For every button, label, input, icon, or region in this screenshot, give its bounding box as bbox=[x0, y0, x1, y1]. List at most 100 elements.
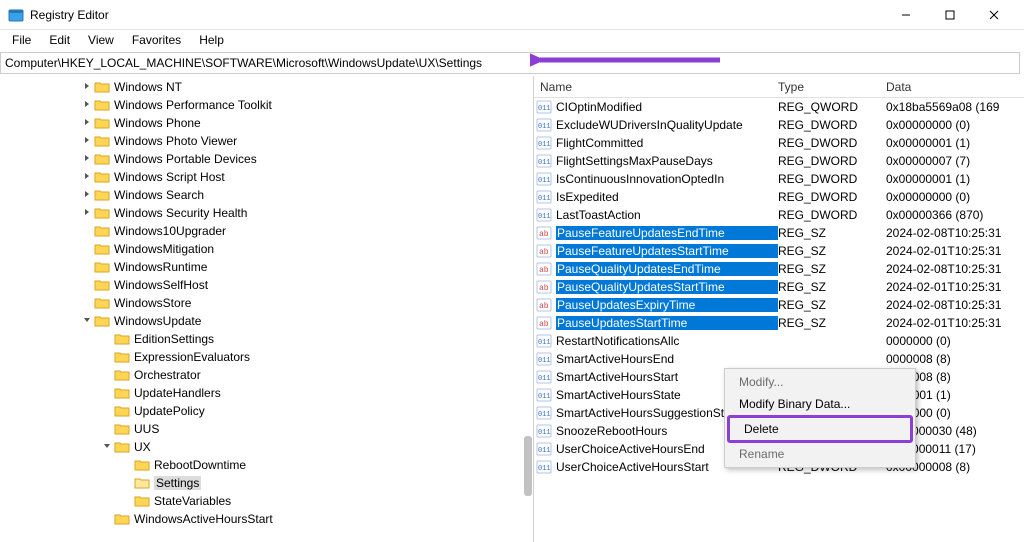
value-type: REG_DWORD bbox=[778, 190, 886, 204]
tree-item[interactable]: UX bbox=[0, 438, 533, 456]
expand-icon[interactable] bbox=[80, 207, 94, 220]
tree-pane[interactable]: Windows NTWindows Performance ToolkitWin… bbox=[0, 76, 534, 542]
ctx-delete[interactable]: Delete bbox=[727, 415, 913, 443]
tree-item[interactable]: WindowsRuntime bbox=[0, 258, 533, 276]
menu-help[interactable]: Help bbox=[191, 31, 232, 49]
tree-item[interactable]: WindowsMitigation bbox=[0, 240, 533, 258]
svg-text:011: 011 bbox=[538, 465, 551, 473]
expand-icon[interactable] bbox=[80, 117, 94, 130]
tree-item[interactable]: Windows NT bbox=[0, 78, 533, 96]
tree-label: WindowsUpdate bbox=[114, 314, 201, 328]
registry-value-row[interactable]: 011CIOptinModifiedREG_QWORD0x18ba5569a08… bbox=[534, 98, 1024, 116]
value-data: 2024-02-01T10:25:31 bbox=[886, 316, 1024, 330]
tree-label: Windows NT bbox=[114, 80, 182, 94]
ctx-rename[interactable]: Rename bbox=[725, 443, 915, 465]
list-pane[interactable]: Name Type Data 011CIOptinModifiedREG_QWO… bbox=[534, 76, 1024, 542]
folder-icon bbox=[114, 350, 130, 364]
registry-value-row[interactable]: abPauseUpdatesExpiryTimeREG_SZ2024-02-08… bbox=[534, 296, 1024, 314]
binary-value-icon: 011 bbox=[536, 459, 552, 475]
tree-item[interactable]: Windows Phone bbox=[0, 114, 533, 132]
tree-item[interactable]: Orchestrator bbox=[0, 366, 533, 384]
menu-file[interactable]: File bbox=[4, 31, 39, 49]
tree-item[interactable]: StateVariables bbox=[0, 492, 533, 510]
expand-icon[interactable] bbox=[80, 135, 94, 148]
tree-item[interactable]: Windows Security Health bbox=[0, 204, 533, 222]
tree-item[interactable]: UUS bbox=[0, 420, 533, 438]
folder-icon bbox=[94, 116, 110, 130]
ctx-modify-binary[interactable]: Modify Binary Data... bbox=[725, 393, 915, 415]
address-bar[interactable]: Computer\HKEY_LOCAL_MACHINE\SOFTWARE\Mic… bbox=[0, 52, 1020, 74]
folder-icon bbox=[94, 206, 110, 220]
registry-value-row[interactable]: abPauseQualityUpdatesEndTimeREG_SZ2024-0… bbox=[534, 260, 1024, 278]
tree-item[interactable]: WindowsUpdate bbox=[0, 312, 533, 330]
menu-favorites[interactable]: Favorites bbox=[124, 31, 189, 49]
expand-icon[interactable] bbox=[80, 315, 94, 328]
registry-value-row[interactable]: abPauseFeatureUpdatesStartTimeREG_SZ2024… bbox=[534, 242, 1024, 260]
value-name: PauseFeatureUpdatesStartTime bbox=[556, 244, 778, 258]
maximize-button[interactable] bbox=[928, 0, 972, 30]
tree-item[interactable]: Windows Photo Viewer bbox=[0, 132, 533, 150]
tree-item[interactable]: RebootDowntime bbox=[0, 456, 533, 474]
tree-scrollbar-thumb[interactable] bbox=[524, 436, 532, 496]
registry-value-row[interactable]: 011ExcludeWUDriversInQualityUpdateREG_DW… bbox=[534, 116, 1024, 134]
registry-value-row[interactable]: abPauseQualityUpdatesStartTimeREG_SZ2024… bbox=[534, 278, 1024, 296]
window-title: Registry Editor bbox=[30, 8, 884, 22]
folder-icon bbox=[94, 152, 110, 166]
expand-icon[interactable] bbox=[80, 81, 94, 94]
svg-text:011: 011 bbox=[538, 411, 551, 419]
value-data: 2024-02-08T10:25:31 bbox=[886, 262, 1024, 276]
expand-icon[interactable] bbox=[80, 171, 94, 184]
registry-value-row[interactable]: 011LastToastActionREG_DWORD0x00000366 (8… bbox=[534, 206, 1024, 224]
binary-value-icon: 011 bbox=[536, 405, 552, 421]
value-data: 0x00000001 (1) bbox=[886, 172, 1024, 186]
minimize-button[interactable] bbox=[884, 0, 928, 30]
string-value-icon: ab bbox=[536, 261, 552, 277]
close-button[interactable] bbox=[972, 0, 1016, 30]
registry-value-row[interactable]: 011FlightCommittedREG_DWORD0x00000001 (1… bbox=[534, 134, 1024, 152]
expand-icon[interactable] bbox=[80, 99, 94, 112]
tree-item[interactable]: WindowsSelfHost bbox=[0, 276, 533, 294]
registry-value-row[interactable]: abPauseUpdatesStartTimeREG_SZ2024-02-01T… bbox=[534, 314, 1024, 332]
column-data[interactable]: Data bbox=[886, 76, 1024, 97]
tree-item[interactable]: Windows Search bbox=[0, 186, 533, 204]
tree-item[interactable]: ExpressionEvaluators bbox=[0, 348, 533, 366]
svg-text:011: 011 bbox=[538, 447, 551, 455]
menu-edit[interactable]: Edit bbox=[41, 31, 78, 49]
registry-value-row[interactable]: 011IsContinuousInnovationOptedInREG_DWOR… bbox=[534, 170, 1024, 188]
registry-value-row[interactable]: 011IsExpeditedREG_DWORD0x00000000 (0) bbox=[534, 188, 1024, 206]
tree-item[interactable]: WindowsStore bbox=[0, 294, 533, 312]
registry-value-row[interactable]: 011RestartNotificationsAllc0000000 (0) bbox=[534, 332, 1024, 350]
ctx-modify[interactable]: Modify... bbox=[725, 371, 915, 393]
svg-text:011: 011 bbox=[538, 141, 551, 149]
expand-icon[interactable] bbox=[80, 153, 94, 166]
tree-item[interactable]: Windows10Upgrader bbox=[0, 222, 533, 240]
registry-value-row[interactable]: 011FlightSettingsMaxPauseDaysREG_DWORD0x… bbox=[534, 152, 1024, 170]
tree-item[interactable]: Settings bbox=[0, 474, 533, 492]
tree-item[interactable]: Windows Script Host bbox=[0, 168, 533, 186]
app-icon bbox=[8, 7, 24, 23]
tree-item[interactable]: EditionSettings bbox=[0, 330, 533, 348]
value-data: 0x18ba5569a08 (169 bbox=[886, 100, 1024, 114]
tree-label: Windows Script Host bbox=[114, 170, 225, 184]
tree-item[interactable]: Windows Performance Toolkit bbox=[0, 96, 533, 114]
tree-item[interactable]: UpdatePolicy bbox=[0, 402, 533, 420]
expand-icon[interactable] bbox=[100, 441, 114, 454]
registry-value-row[interactable]: abPauseFeatureUpdatesEndTimeREG_SZ2024-0… bbox=[534, 224, 1024, 242]
column-name[interactable]: Name bbox=[534, 76, 778, 97]
menu-view[interactable]: View bbox=[80, 31, 122, 49]
column-type[interactable]: Type bbox=[778, 76, 886, 97]
folder-icon bbox=[94, 260, 110, 274]
tree-item[interactable]: Windows Portable Devices bbox=[0, 150, 533, 168]
binary-value-icon: 011 bbox=[536, 135, 552, 151]
tree-label: UpdatePolicy bbox=[134, 404, 205, 418]
folder-icon bbox=[134, 458, 150, 472]
title-bar: Registry Editor bbox=[0, 0, 1024, 30]
tree-label: ExpressionEvaluators bbox=[134, 350, 250, 364]
tree-item[interactable]: UpdateHandlers bbox=[0, 384, 533, 402]
tree-item[interactable]: WindowsActiveHoursStart bbox=[0, 510, 533, 528]
folder-icon bbox=[134, 476, 150, 490]
registry-value-row[interactable]: 011SmartActiveHoursEnd0000008 (8) bbox=[534, 350, 1024, 368]
svg-text:011: 011 bbox=[538, 429, 551, 437]
expand-icon[interactable] bbox=[80, 189, 94, 202]
svg-text:ab: ab bbox=[539, 284, 549, 293]
